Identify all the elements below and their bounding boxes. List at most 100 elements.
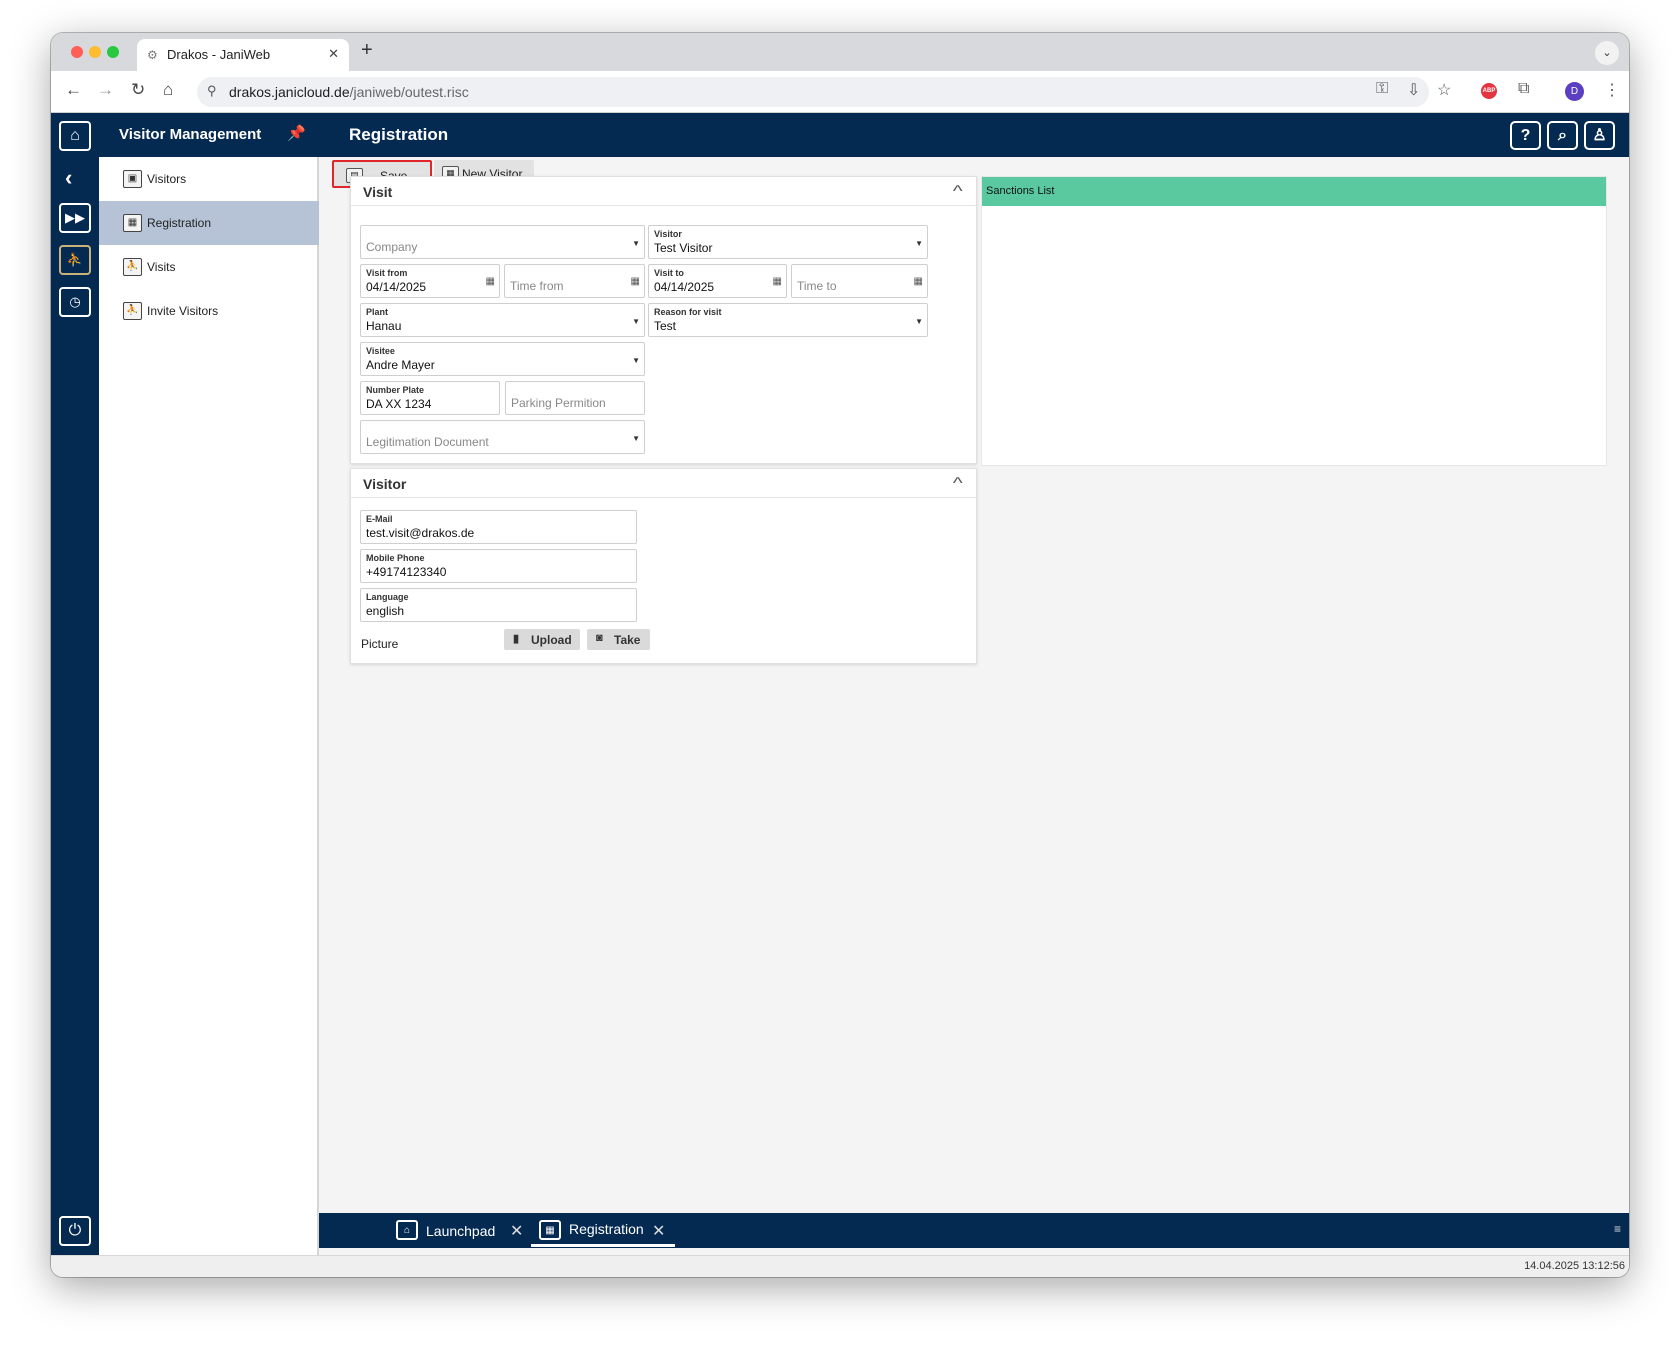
number-plate-input[interactable]: Number Plate DA XX 1234 (360, 381, 500, 415)
browser-menu-icon[interactable]: ⋮ (1604, 80, 1620, 100)
take-picture-button[interactable]: ◙ Take (587, 629, 650, 650)
visitor-select[interactable]: Visitor Test Visitor ▼ (648, 225, 928, 259)
bottom-tab-bar: ⌂ Launchpad ✕ ▦ Registration ✕ ≡ (319, 1213, 1629, 1248)
play-media-icon[interactable]: ▶▶ (59, 203, 91, 233)
browser-tabstrip: ⚙ Drakos - JaniWeb ✕ + ⌄ (51, 33, 1629, 71)
reason-select[interactable]: Reason for visit Test ▼ (648, 303, 928, 337)
calendar-icon[interactable]: ▦ (773, 276, 782, 287)
sidebar-item-invite-visitors[interactable]: ⛹ Invite Visitors (99, 289, 319, 333)
profile-avatar[interactable]: D (1565, 82, 1584, 101)
app-header: ⌂ Visitor Management 📌 Registration ? ⌕ … (51, 113, 1629, 157)
adblock-extension-icon[interactable]: ABP (1481, 83, 1497, 99)
section-title: Visitor Management (119, 126, 262, 143)
calendar-icon[interactable]: ▦ (631, 276, 640, 287)
active-tab-underline (531, 1244, 675, 1247)
visitee-select[interactable]: Visitee Andre Mayer ▼ (360, 342, 645, 376)
sanctions-list-panel: Sanctions List (981, 176, 1607, 466)
new-tab-button[interactable]: + (361, 39, 373, 62)
sanctions-list-title: Sanctions List (986, 185, 1055, 197)
site-settings-icon[interactable]: ⚲ (207, 83, 217, 99)
sidebar-item-visitors[interactable]: ▣ Visitors (99, 157, 319, 201)
time-to-input[interactable]: Time to ▦ (791, 264, 928, 298)
panel-divider (351, 205, 976, 206)
url-text: drakos.janicloud.de/janiweb/outest.risc (229, 84, 469, 100)
password-key-icon[interactable]: ⚿ (1376, 80, 1388, 98)
collapse-up-icon[interactable]: ^ (953, 475, 963, 493)
time-to-placeholder: Time to (797, 279, 837, 293)
invite-visitors-icon: ⛹ (123, 302, 142, 320)
tab-close-icon[interactable]: ✕ (652, 1221, 665, 1241)
mobile-label: Mobile Phone (366, 553, 425, 563)
back-icon[interactable]: ← (65, 80, 82, 100)
sidebar-item-visits[interactable]: ⛹ Visits (99, 245, 319, 289)
sanctions-list-header: Sanctions List (982, 177, 1606, 206)
chat-search-icon[interactable]: ⌕ (1547, 121, 1578, 150)
help-icon[interactable]: ? (1510, 121, 1541, 150)
close-window-button[interactable] (71, 46, 83, 58)
dropdown-arrow-icon: ▼ (632, 239, 640, 248)
visitor-walk-icon[interactable]: ⛹ (59, 245, 91, 275)
reason-label: Reason for visit (654, 307, 722, 317)
visitor-label: Visitor (654, 229, 682, 239)
email-value: test.visit@drakos.de (366, 526, 475, 540)
visit-to-date[interactable]: Visit to 04/14/2025 ▦ (648, 264, 787, 298)
tab-launchpad[interactable]: ⌂ Launchpad ✕ (396, 1218, 523, 1246)
address-bar[interactable]: ⚲ drakos.janicloud.de/janiweb/outest.ris… (197, 77, 1429, 107)
parking-permition-input[interactable]: Parking Permition (505, 381, 645, 415)
panel-divider (351, 497, 976, 498)
bookmark-star-icon[interactable]: ☆ (1437, 80, 1451, 100)
tab-close-icon[interactable]: ✕ (510, 1221, 523, 1241)
forward-icon[interactable]: → (97, 80, 114, 100)
time-from-input[interactable]: Time from ▦ (504, 264, 645, 298)
legitimation-document-select[interactable]: Legitimation Document ▼ (360, 420, 645, 454)
company-select[interactable]: Company ▼ (360, 225, 645, 259)
visitor-value: Test Visitor (654, 241, 713, 255)
sidebar-item-registration[interactable]: ▦ Registration (99, 201, 319, 245)
mobile-phone-field[interactable]: Mobile Phone +49174123340 (360, 549, 637, 583)
tab-close-icon[interactable]: ✕ (328, 46, 339, 62)
menu-icon[interactable]: ≡ (1614, 1222, 1621, 1236)
install-app-icon[interactable]: ⇩ (1407, 80, 1420, 100)
extensions-icon[interactable]: ⧉ (1518, 80, 1529, 98)
dropdown-arrow-icon: ▼ (632, 356, 640, 365)
tab-search-button[interactable]: ⌄ (1595, 41, 1619, 65)
visits-icon: ⛹ (123, 258, 142, 276)
dropdown-arrow-icon: ▼ (915, 239, 923, 248)
upload-label: Upload (531, 633, 572, 647)
calendar-icon[interactable]: ▦ (914, 276, 923, 287)
language-field[interactable]: Language english (360, 588, 637, 622)
language-label: Language (366, 592, 409, 602)
launchpad-home-icon: ⌂ (396, 1220, 418, 1240)
power-icon[interactable]: ⏻ (59, 1216, 91, 1246)
pin-icon[interactable]: 📌 (287, 124, 306, 142)
main-content: ▤ Save ▦ New Visitor Visit ^ Company ▼ V… (331, 157, 1629, 1213)
collapse-chevron-icon[interactable]: ‹ (65, 165, 72, 191)
visit-panel: Visit ^ Company ▼ Visitor Test Visitor ▼… (350, 176, 977, 464)
legitimation-placeholder: Legitimation Document (366, 435, 489, 449)
launchpad-home-icon[interactable]: ⌂ (59, 121, 91, 151)
maximize-window-button[interactable] (107, 46, 119, 58)
home-icon[interactable]: ⌂ (163, 80, 173, 100)
clock-icon[interactable]: ◷ (59, 287, 91, 317)
user-profile-icon[interactable]: ♙ (1584, 121, 1615, 150)
visit-panel-title: Visit (363, 184, 393, 200)
reason-value: Test (654, 319, 677, 333)
visit-from-date[interactable]: Visit from 04/14/2025 ▦ (360, 264, 500, 298)
plant-select[interactable]: Plant Hanau ▼ (360, 303, 645, 337)
calendar-icon[interactable]: ▦ (486, 276, 495, 287)
favicon-icon: ⚙ (147, 48, 158, 62)
minimize-window-button[interactable] (89, 46, 101, 58)
app-root: ⌂ Visitor Management 📌 Registration ? ⌕ … (51, 113, 1629, 1277)
browser-tab[interactable]: ⚙ Drakos - JaniWeb ✕ (137, 39, 349, 71)
visit-from-label: Visit from (366, 268, 408, 278)
sidebar-item-label: Visitors (147, 172, 187, 186)
email-field[interactable]: E-Mail test.visit@drakos.de (360, 510, 637, 544)
email-label: E-Mail (366, 514, 393, 524)
parking-placeholder: Parking Permition (511, 396, 606, 410)
browser-tab-title: Drakos - JaniWeb (167, 47, 271, 62)
upload-button[interactable]: ▮ Upload (504, 629, 580, 650)
tab-registration[interactable]: ▦ Registration ✕ (531, 1218, 675, 1247)
collapse-up-icon[interactable]: ^ (953, 183, 963, 201)
reload-icon[interactable]: ↻ (131, 80, 145, 100)
status-bar: 14.04.2025 13:12:56 (51, 1255, 1629, 1277)
